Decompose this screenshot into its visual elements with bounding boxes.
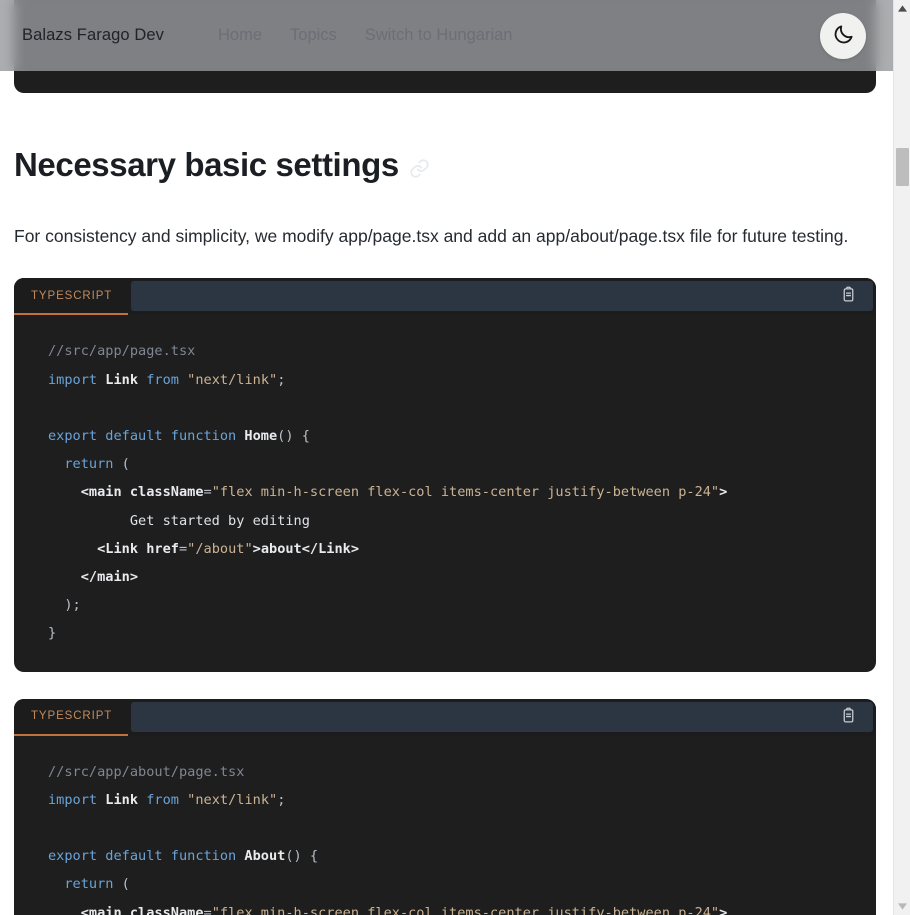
code-header-bar — [131, 701, 873, 732]
clipboard-icon — [840, 707, 857, 727]
page-scrollbar[interactable] — [893, 0, 910, 915]
caret-up-icon[interactable] — [894, 0, 910, 17]
code-block-header: TYPESCRIPT — [14, 698, 876, 736]
code-content: //src/app/page.tsx import Link from "nex… — [48, 343, 728, 642]
language-tab-typescript[interactable]: TYPESCRIPT — [14, 278, 129, 316]
code-block-about-page-tsx: TYPESCRIPT //src/app/about/page.tsx impo… — [14, 698, 876, 915]
nav-link-topics[interactable]: Topics — [290, 26, 337, 45]
heading-row: Necessary basic settings — [14, 144, 875, 185]
scrollbar-thumb[interactable] — [896, 148, 909, 186]
nav-links: Home Topics Switch to Hungarian — [218, 26, 512, 45]
link-icon[interactable] — [409, 158, 430, 179]
code-header-bar — [131, 281, 873, 312]
clipboard-icon — [840, 286, 857, 306]
page-title: Necessary basic settings — [14, 146, 399, 183]
theme-toggle-button[interactable] — [820, 13, 866, 59]
moon-icon — [832, 23, 855, 49]
nav-link-switch-language[interactable]: Switch to Hungarian — [365, 26, 513, 45]
nav-link-home[interactable]: Home — [218, 26, 262, 45]
code-block-header: TYPESCRIPT — [14, 278, 876, 316]
copy-code-button[interactable] — [838, 705, 859, 729]
code-content: //src/app/about/page.tsx import Link fro… — [48, 763, 728, 915]
code-block-page-tsx: TYPESCRIPT //src/app/page.tsx import Lin… — [14, 278, 876, 672]
page-root: Balazs Farago Dev Home Topics Switch to … — [0, 0, 910, 915]
content-scroll-area: Balazs Farago Dev Home Topics Switch to … — [0, 0, 893, 915]
intro-paragraph: For consistency and simplicity, we modif… — [14, 226, 849, 247]
copy-code-button[interactable] — [838, 284, 859, 308]
article-body: Necessary basic settings For consistency… — [0, 113, 893, 915]
caret-down-icon[interactable] — [894, 898, 910, 915]
brand-title[interactable]: Balazs Farago Dev — [22, 26, 164, 45]
site-navbar: Balazs Farago Dev Home Topics Switch to … — [0, 0, 893, 71]
language-tab-typescript[interactable]: TYPESCRIPT — [14, 698, 129, 736]
